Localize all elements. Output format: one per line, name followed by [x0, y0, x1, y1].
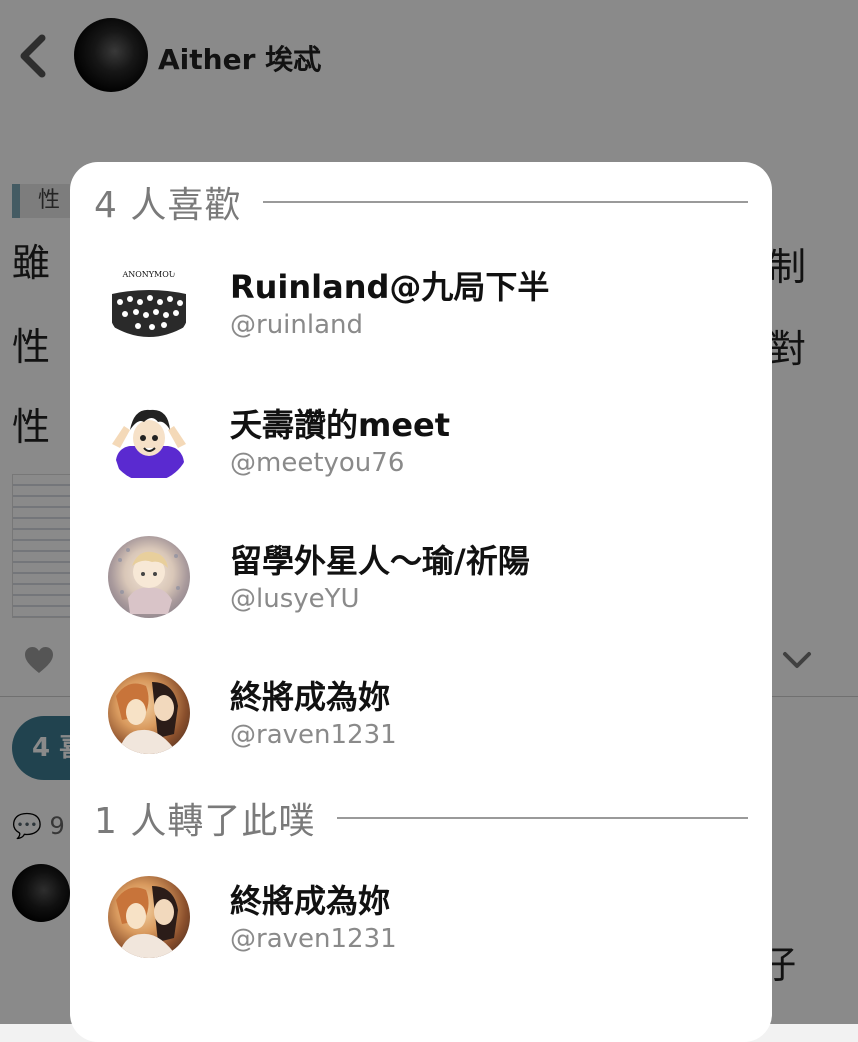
liker-row[interactable]: 留學外星人～瑜/祈陽 @lusyeYU: [70, 536, 772, 646]
anime-illustration-icon: [118, 548, 180, 614]
user-display-name[interactable]: 留學外星人～瑜/祈陽: [230, 536, 530, 582]
liker-row[interactable]: 終將成為妳 @raven1231: [70, 672, 772, 782]
section-divider: [337, 817, 748, 819]
user-display-name[interactable]: Ruinland@九局下半: [230, 262, 549, 308]
liker-row[interactable]: 夭壽讚的meet @meetyou76: [70, 400, 772, 510]
avatar-label: ANONYMOU: [121, 270, 175, 279]
reactions-modal: 4 人喜歡 ANONYMOU Ruinland@九局下半 @ruinland 夭…: [70, 162, 772, 1042]
liker-row[interactable]: ANONYMOU Ruinland@九局下半 @ruinland: [70, 262, 772, 372]
user-display-name[interactable]: 夭壽讚的meet: [230, 400, 450, 446]
couple-illustration-icon: [116, 886, 178, 958]
user-avatar[interactable]: [108, 876, 190, 958]
user-handle: @raven1231: [230, 924, 397, 954]
user-avatar[interactable]: [108, 536, 190, 618]
likes-header-label: 4 人喜歡: [94, 185, 242, 226]
user-handle: @meetyou76: [230, 448, 405, 478]
couple-illustration-icon: [116, 682, 178, 754]
anonymous-crowd-icon: ANONYMOU: [112, 270, 186, 337]
user-avatar[interactable]: [108, 672, 190, 754]
user-display-name[interactable]: 終將成為妳: [230, 672, 390, 718]
section-divider: [263, 201, 748, 203]
user-handle: @lusyeYU: [230, 584, 360, 614]
replurk-section-header: 1 人轉了此噗: [94, 792, 748, 844]
user-handle: @ruinland: [230, 310, 364, 340]
user-avatar[interactable]: ANONYMOU: [108, 264, 190, 346]
replurk-header-label: 1 人轉了此噗: [94, 801, 316, 842]
cartoon-character-icon: [112, 409, 186, 478]
replurker-row[interactable]: 終將成為妳 @raven1231: [70, 876, 772, 986]
user-display-name[interactable]: 終將成為妳: [230, 876, 390, 922]
user-handle: @raven1231: [230, 720, 397, 750]
user-avatar[interactable]: [108, 400, 190, 482]
likes-section-header: 4 人喜歡: [94, 176, 748, 228]
